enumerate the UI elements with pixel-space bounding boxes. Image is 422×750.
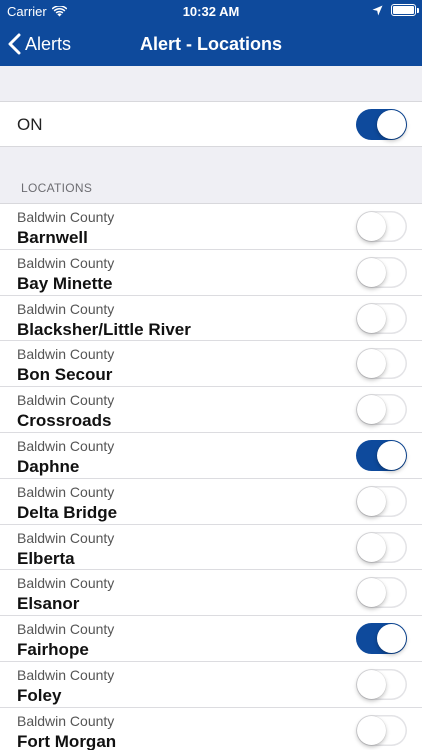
status-bar: Carrier 10:32 AM — [0, 0, 422, 22]
chevron-left-icon — [8, 33, 21, 55]
location-toggle[interactable] — [356, 439, 407, 471]
location-toggle[interactable] — [356, 623, 407, 655]
navigation-bar: Alerts Alert - Locations — [0, 22, 422, 66]
clock: 10:32 AM — [182, 4, 240, 19]
back-button[interactable]: Alerts — [8, 22, 71, 66]
list-item: Baldwin County Blacksher/Little River — [0, 296, 422, 342]
list-item: Baldwin County Delta Bridge — [0, 479, 422, 525]
location-toggle[interactable] — [356, 211, 407, 242]
list-item: Baldwin County Fort Morgan — [0, 708, 422, 750]
location-name: Elberta — [17, 548, 75, 568]
county-label: Baldwin County — [17, 254, 115, 271]
list-item: Baldwin County Fairhope — [0, 616, 422, 662]
county-label: Baldwin County — [17, 529, 115, 546]
top-bar: Carrier 10:32 AM Alerts Alert - Location… — [0, 0, 422, 66]
location-toggle[interactable] — [356, 531, 407, 563]
location-name: Crossroads — [17, 411, 112, 431]
location-name: Elsanor — [17, 594, 80, 614]
section-header-locations: LOCATIONS — [21, 181, 93, 195]
master-toggle-row: ON — [0, 101, 422, 147]
list-item: Baldwin County Bon Secour — [0, 341, 422, 388]
location-name: Blacksher/Little River — [17, 319, 191, 339]
location-toggle[interactable] — [356, 577, 407, 609]
location-name: Daphne — [17, 456, 80, 476]
location-toggle[interactable] — [356, 485, 407, 517]
county-label: Baldwin County — [17, 392, 115, 409]
county-label: Baldwin County — [17, 346, 115, 363]
county-label: Baldwin County — [17, 621, 115, 638]
list-item: Baldwin County Bay Minette — [0, 250, 422, 296]
county-label: Baldwin County — [17, 575, 115, 592]
location-toggle[interactable] — [356, 394, 407, 426]
county-label: Baldwin County — [17, 712, 115, 729]
master-toggle[interactable] — [356, 109, 407, 140]
location-toggle[interactable] — [356, 668, 407, 700]
location-toggle[interactable] — [356, 348, 407, 380]
location-toggle[interactable] — [356, 714, 407, 746]
location-toggle[interactable] — [356, 256, 407, 288]
location-name: Foley — [17, 685, 62, 705]
location-name: Fairhope — [17, 640, 89, 660]
county-label: Baldwin County — [17, 209, 115, 225]
county-label: Baldwin County — [17, 437, 115, 454]
county-label: Baldwin County — [17, 666, 115, 683]
location-name: Fort Morgan — [17, 731, 117, 750]
county-label: Baldwin County — [17, 483, 115, 500]
list-item: Baldwin County Barnwell — [0, 204, 422, 250]
location-name: Barnwell — [17, 228, 88, 247]
location-name: Bon Secour — [17, 365, 113, 385]
county-label: Baldwin County — [17, 300, 115, 317]
location-arrow-icon — [372, 5, 383, 15]
list-item: Baldwin County Elberta — [0, 525, 422, 571]
list-item: Baldwin County Crossroads — [0, 387, 422, 433]
list-item: Baldwin County Daphne — [0, 433, 422, 479]
location-name: Delta Bridge — [17, 502, 118, 522]
locations-list: Baldwin County Barnwell Baldwin County B… — [0, 203, 422, 750]
list-item: Baldwin County Elsanor — [0, 570, 422, 617]
back-label: Alerts — [25, 33, 72, 54]
location-name: Bay Minette — [17, 273, 113, 293]
location-toggle[interactable] — [356, 302, 407, 334]
list-item: Baldwin County Foley — [0, 662, 422, 708]
battery-icon — [391, 4, 419, 16]
master-toggle-label: ON — [17, 115, 43, 134]
